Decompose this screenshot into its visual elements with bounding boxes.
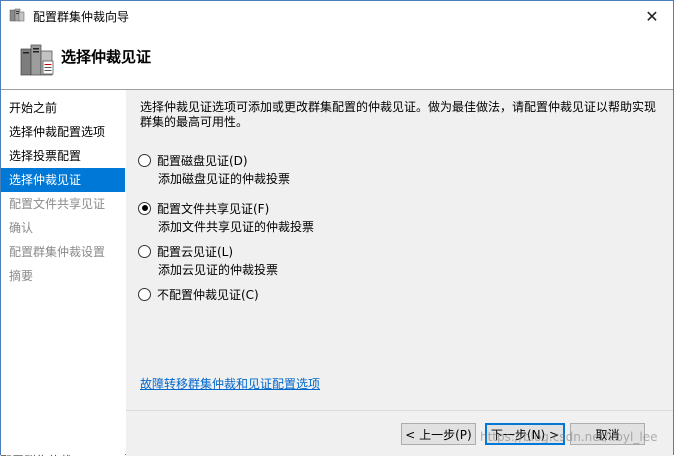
option-description: 添加云见证的仲裁投票	[158, 263, 279, 277]
sidebar-item-configure-quorum-settings: 配置群集仲裁设置	[9, 245, 106, 259]
option-label[interactable]: 不配置仲裁见证(C)	[157, 286, 259, 303]
page-title: 选择仲裁见证	[61, 48, 152, 66]
option-description: 添加磁盘见证的仲裁投票	[158, 172, 291, 186]
sidebar-item-summary: 摘要	[9, 269, 34, 283]
wizard-window: 配置群集仲裁向导 ✕ 选择仲裁见证 开始之前 选择仲裁配置选项 选择投票配置 选…	[0, 0, 674, 456]
option-label[interactable]: 配置磁盘见证(D)	[157, 152, 248, 169]
sidebar-item-file-share-witness: 配置文件共享见证	[9, 197, 106, 211]
watermark: https://blog.csdn.net/kbyl_lee	[480, 430, 658, 444]
help-link[interactable]: 故障转移群集仲裁和见证配置选项	[140, 375, 320, 392]
wizard-header: 选择仲裁见证	[1, 31, 673, 90]
window-title: 配置群集仲裁向导	[33, 10, 130, 24]
option-label[interactable]: 配置云见证(L)	[157, 243, 233, 260]
cluster-servers-icon	[20, 44, 54, 76]
background-text-fragment: 配置群集仲裁	[0, 452, 160, 456]
radio-cloud-witness[interactable]	[138, 244, 151, 258]
option-label[interactable]: 配置文件共享见证(F)	[157, 200, 269, 217]
radio-file-share-witness[interactable]	[138, 201, 151, 215]
wizard-content: 选择仲裁见证选项可添加或更改群集配置的仲裁见证。做为最佳做法，请配置仲裁见证以帮…	[126, 90, 673, 410]
option-disk-witness[interactable]: 配置磁盘见证(D) 添加磁盘见证的仲裁投票	[138, 152, 290, 187]
back-button[interactable]: < 上一步(P)	[401, 423, 476, 445]
title-bar[interactable]: 配置群集仲裁向导 ✕	[1, 1, 673, 31]
option-no-witness[interactable]: 不配置仲裁见证(C)	[138, 286, 259, 302]
radio-no-witness[interactable]	[138, 287, 151, 301]
close-icon[interactable]: ✕	[637, 3, 667, 29]
option-description: 添加文件共享见证的仲裁投票	[158, 220, 315, 234]
wizard-steps-sidebar: 开始之前 选择仲裁配置选项 选择投票配置 选择仲裁见证 配置文件共享见证 确认 …	[1, 90, 125, 455]
option-cloud-witness[interactable]: 配置云见证(L) 添加云见证的仲裁投票	[138, 243, 278, 278]
cluster-app-icon	[9, 8, 25, 22]
sidebar-item-before-you-begin[interactable]: 开始之前	[1, 96, 125, 120]
radio-disk-witness[interactable]	[138, 153, 151, 167]
page-description: 选择仲裁见证选项可添加或更改群集配置的仲裁见证。做为最佳做法，请配置仲裁见证以帮…	[140, 100, 657, 129]
sidebar-item-quorum-witness[interactable]: 选择仲裁见证	[1, 168, 125, 192]
sidebar-item-voting-config[interactable]: 选择投票配置	[1, 144, 125, 168]
sidebar-item-quorum-config-option[interactable]: 选择仲裁配置选项	[1, 120, 125, 144]
sidebar-item-confirmation: 确认	[9, 221, 34, 235]
option-file-share-witness[interactable]: 配置文件共享见证(F) 添加文件共享见证的仲裁投票	[138, 200, 314, 235]
